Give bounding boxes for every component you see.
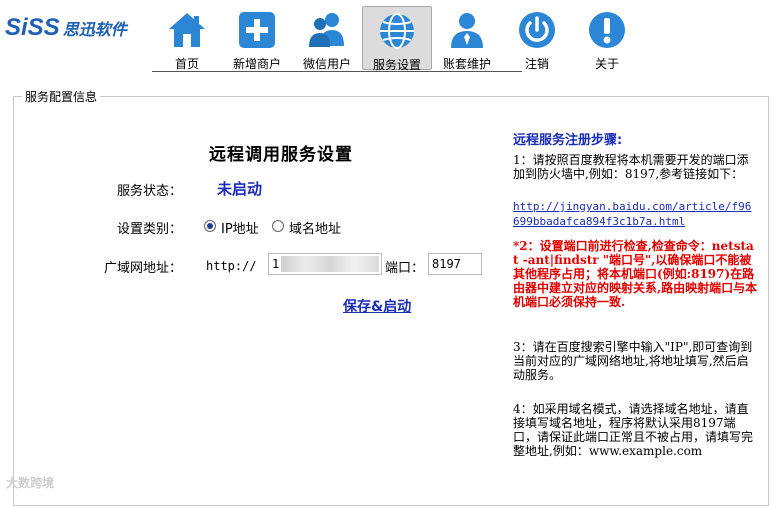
nav-add-merchant[interactable]: 新增商户 bbox=[222, 6, 292, 71]
top-bar: SiSS 思迅软件 首页 新增商户 微信用户 服务设置 账套维护 注销 关于 bbox=[0, 0, 774, 78]
users-icon bbox=[309, 13, 344, 47]
nav-logout[interactable]: 注销 bbox=[502, 6, 572, 71]
plus-icon bbox=[239, 12, 275, 48]
logo-mark: SiSS bbox=[5, 14, 60, 41]
service-status-value: 未启动 bbox=[217, 180, 263, 198]
port-input[interactable]: 8197 bbox=[428, 253, 482, 275]
service-status-label: 服务状态： bbox=[117, 184, 183, 199]
nav-wechat-users-label: 微信用户 bbox=[302, 57, 351, 71]
nav-wechat-users[interactable]: 微信用户 bbox=[292, 6, 362, 71]
power-icon bbox=[519, 12, 555, 48]
radio-domain-address[interactable] bbox=[272, 220, 284, 232]
info-icon bbox=[589, 12, 625, 48]
user-icon bbox=[451, 13, 483, 48]
nav-about-label: 关于 bbox=[594, 57, 619, 71]
main-toolbar: 首页 新增商户 微信用户 服务设置 账套维护 注销 关于 bbox=[152, 6, 642, 72]
logo-text: 思迅软件 bbox=[62, 20, 127, 39]
baidu-tutorial-link[interactable]: http://jingyan.baidu.com/article/f96699b… bbox=[513, 200, 751, 228]
nav-about[interactable]: 关于 bbox=[572, 6, 642, 71]
toolbar-underline bbox=[152, 71, 522, 72]
radio-ip-address-label: IP地址 bbox=[221, 222, 259, 237]
radio-ip-address[interactable] bbox=[204, 220, 216, 232]
watermark: 大数跨境 bbox=[6, 476, 55, 490]
save-and-start-link[interactable]: 保存&启动 bbox=[343, 296, 411, 316]
nav-logout-label: 注销 bbox=[524, 57, 549, 71]
steps-title: 远程服务注册步骤: bbox=[513, 133, 623, 148]
redacted-address bbox=[281, 256, 379, 272]
nav-account-maintenance-label: 账套维护 bbox=[442, 57, 491, 71]
home-icon bbox=[169, 13, 205, 47]
step-1-text: 1：请按照百度教程将本机需要开发的端口添加到防火墙中,例如：8197,参考链接如… bbox=[513, 153, 749, 181]
panel-legend: 服务配置信息 bbox=[22, 88, 101, 105]
globe-icon bbox=[380, 13, 414, 49]
nav-home-label: 首页 bbox=[174, 57, 199, 71]
nav-account-maintenance[interactable]: 账套维护 bbox=[432, 6, 502, 71]
nav-service-settings[interactable]: 服务设置 bbox=[362, 6, 432, 72]
step-1-link[interactable]: http://jingyan.baidu.com/article/f96699b… bbox=[513, 199, 758, 229]
port-label: 端口： bbox=[385, 261, 425, 276]
wan-prefix: http:// bbox=[206, 259, 257, 273]
wan-address-label: 广域网地址： bbox=[104, 261, 183, 276]
setting-type-label: 设置类别： bbox=[117, 222, 183, 237]
radio-domain-address-label: 域名地址 bbox=[289, 222, 342, 237]
step-4-text: 4：如采用域名模式，请选择域名地址，请直接填写域名地址，程序将默认采用8197端… bbox=[513, 402, 754, 458]
step-2-warning: *2：设置端口前进行检查,检查命令：netstat -ant|findstr "… bbox=[513, 239, 758, 309]
form-title: 远程调用服务设置 bbox=[209, 145, 353, 165]
step-3-text: 3：请在百度搜索引擎中输入"IP",即可查询到当前对应的广域网络地址,将地址填写… bbox=[513, 340, 753, 382]
logo: SiSS 思迅软件 bbox=[5, 14, 127, 42]
nav-home[interactable]: 首页 bbox=[152, 6, 222, 71]
nav-add-merchant-label: 新增商户 bbox=[232, 57, 281, 71]
